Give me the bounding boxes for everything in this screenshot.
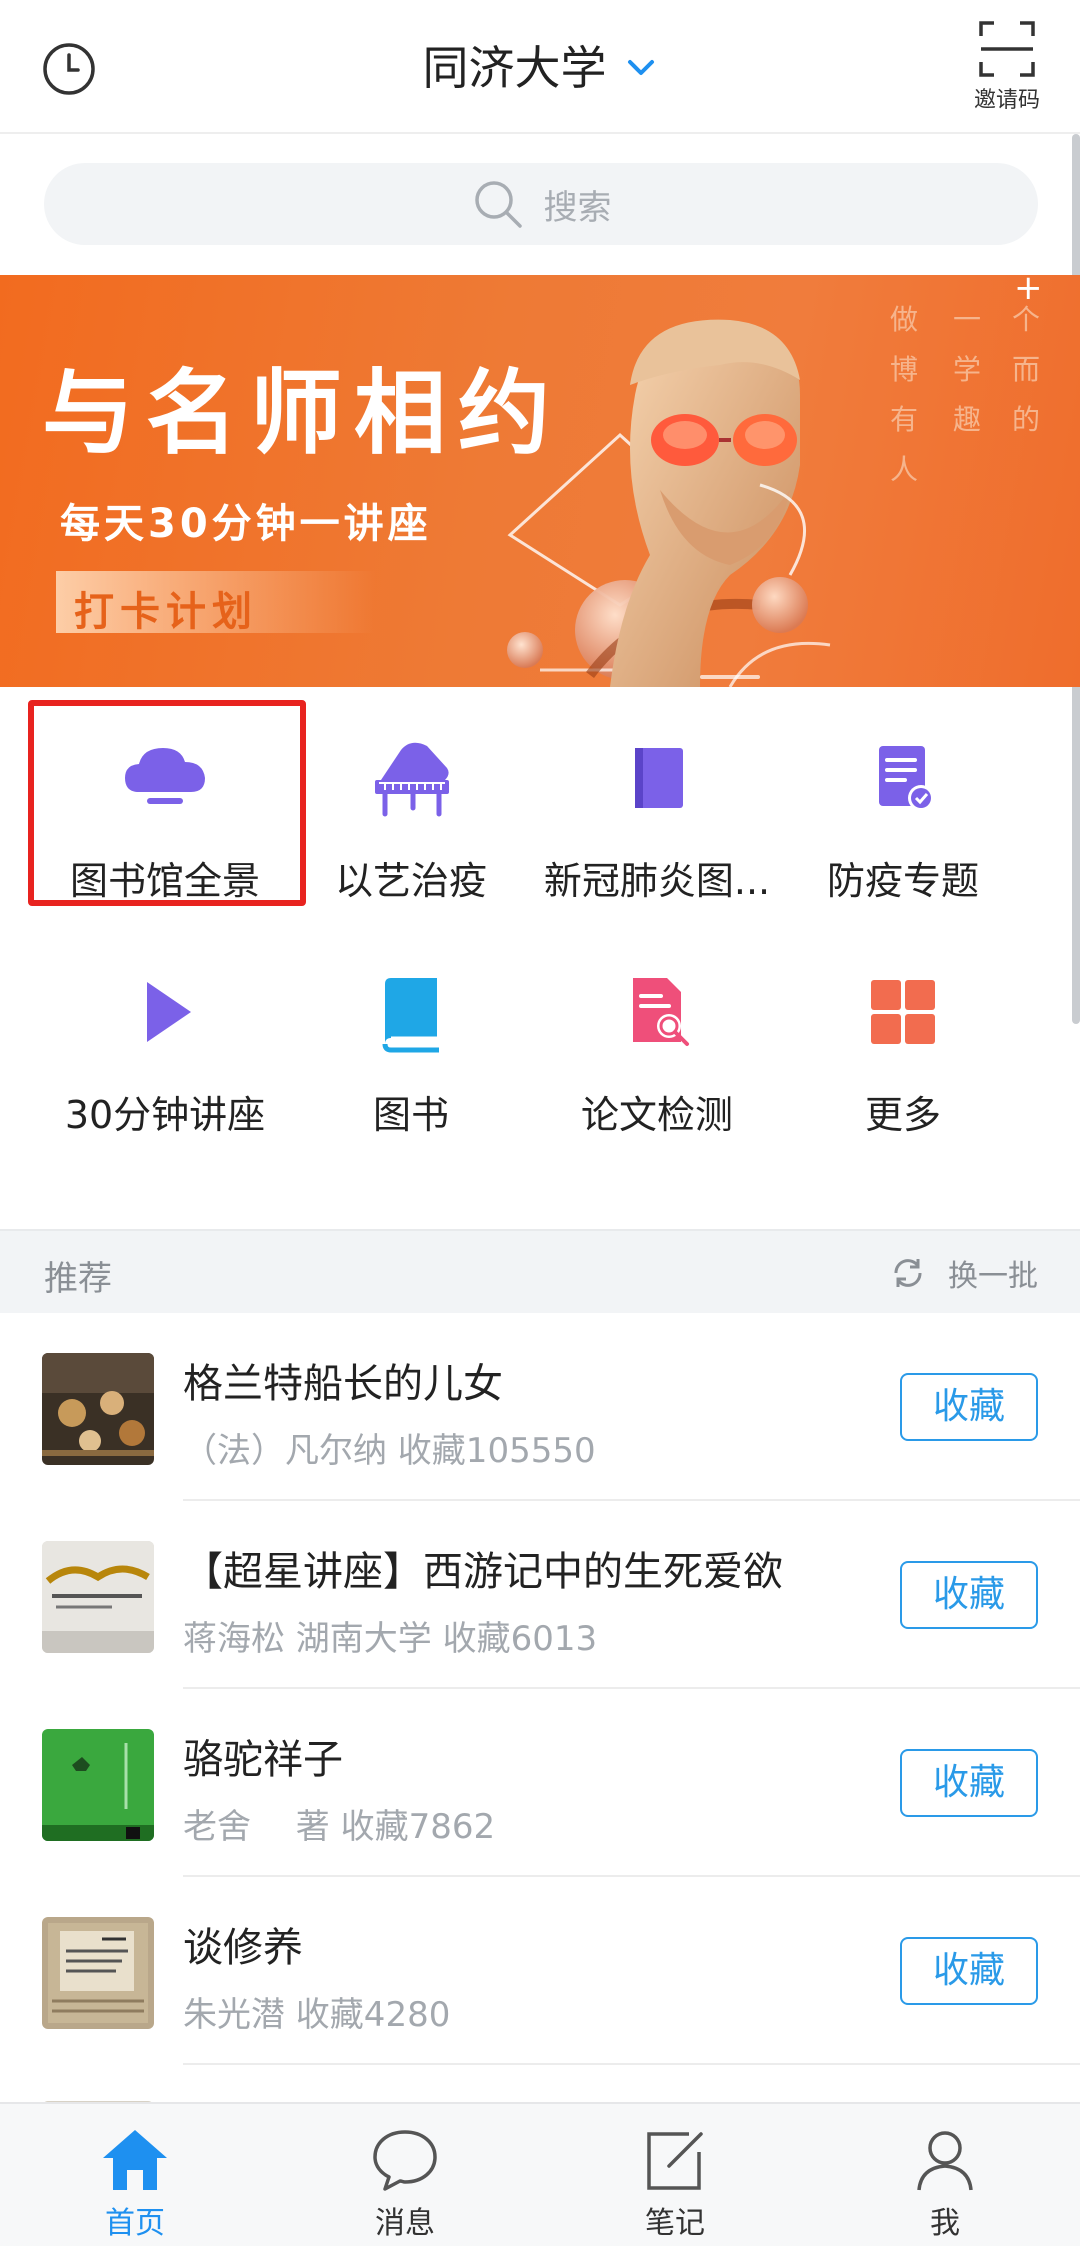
piano-icon xyxy=(375,742,449,817)
school-selector[interactable]: 同济大学 xyxy=(0,38,1080,98)
grid-label: 以艺治疫 xyxy=(334,859,487,903)
sculpture-illustration xyxy=(507,319,831,687)
banner-subtitle: 每天30分钟一讲座 xyxy=(60,501,432,547)
list-item[interactable]: 格兰特船长的儿女 （法）凡尔纳 收藏105550 收藏 xyxy=(0,1313,1080,1501)
home-icon xyxy=(103,2130,167,2190)
item-title: 【超星讲座】西游记中的生死爱欲 xyxy=(183,1549,783,1595)
top-bar: 同济大学 邀请码 xyxy=(0,0,1080,134)
search-bar[interactable]: 搜索 xyxy=(44,163,1038,245)
side-char: 的 xyxy=(1012,403,1041,436)
side-char: 而 xyxy=(1012,353,1041,386)
grid-item-covid-books[interactable]: 新冠肺炎图... xyxy=(534,700,780,910)
favorite-button[interactable]: 收藏 xyxy=(900,1749,1038,1817)
item-subtitle: （法）凡尔纳 收藏105550 xyxy=(183,1431,596,1471)
favorite-button[interactable]: 收藏 xyxy=(900,1937,1038,2005)
search-placeholder: 搜索 xyxy=(543,187,612,228)
side-char: 做 xyxy=(890,303,919,336)
refresh-icon xyxy=(894,1259,922,1287)
side-char: 一 xyxy=(953,303,982,336)
book-icon xyxy=(635,748,683,808)
book-cover xyxy=(42,1353,154,1465)
grid-item-paper-check[interactable]: 论文检测 xyxy=(534,934,780,1144)
promo-banner[interactable]: 与名师相约 每天30分钟一讲座 打卡计划 做 博 有 人 一 学 趣 + 个 而… xyxy=(0,275,1080,687)
side-char: 趣 xyxy=(953,403,982,436)
lecture-cover xyxy=(42,1541,154,1653)
banner-tag: 打卡计划 xyxy=(56,571,376,635)
favorite-button[interactable]: 收藏 xyxy=(900,1373,1038,1441)
document-icon xyxy=(879,746,934,811)
recommend-section-header: 推荐 换一批 xyxy=(0,1229,1080,1313)
grid-label: 更多 xyxy=(864,1093,941,1137)
side-char: 博 xyxy=(890,353,919,386)
grid-label: 新冠肺炎图... xyxy=(543,859,771,903)
grid-item-books[interactable]: 图书 xyxy=(288,934,534,1144)
book-open-icon xyxy=(382,978,439,1053)
carousel-indicator xyxy=(700,675,760,679)
bottom-tab-bar: 首页 消息 笔记 我 xyxy=(0,2102,1080,2246)
section-title: 推荐 xyxy=(44,1259,112,1299)
grid-label: 图书 xyxy=(372,1093,449,1137)
favorite-button[interactable]: 收藏 xyxy=(900,1561,1038,1629)
item-title: 格兰特船长的儿女 xyxy=(183,1361,503,1407)
book-cover xyxy=(42,1917,154,2029)
play-icon xyxy=(147,982,191,1042)
refresh-label: 换一批 xyxy=(948,1259,1038,1294)
side-char: 个 xyxy=(1012,303,1041,336)
item-title: 谈修养 xyxy=(183,1925,303,1971)
edit-note-icon xyxy=(647,2132,703,2190)
grid-item-epidemic-topic[interactable]: 防疫专题 xyxy=(780,700,1026,910)
tab-home[interactable]: 首页 xyxy=(0,2104,270,2246)
list-item[interactable]: 【超星讲座】西游记中的生死爱欲 蒋海松 湖南大学 收藏6013 收藏 xyxy=(0,1501,1080,1689)
tab-label: 消息 xyxy=(375,2206,435,2241)
scan-label: 邀请码 xyxy=(973,88,1040,113)
item-subtitle: 老舍 著 收藏7862 xyxy=(183,1807,496,1847)
item-subtitle: 朱光潜 收藏4280 xyxy=(183,1995,451,2035)
banner-title: 与名师相约 xyxy=(42,360,563,467)
grid-more-icon xyxy=(871,980,935,1044)
list-item-partial[interactable] xyxy=(0,2065,1080,2121)
grid-label: 论文检测 xyxy=(580,1093,733,1137)
list-item[interactable]: 骆驼祥子 老舍 著 收藏7862 收藏 xyxy=(0,1689,1080,1877)
side-char: 有 xyxy=(890,403,919,436)
tab-label: 笔记 xyxy=(645,2206,705,2241)
grid-label: 防疫专题 xyxy=(826,859,979,903)
grid-label: 30分钟讲座 xyxy=(64,1093,266,1137)
grid-item-30min-lecture[interactable]: 30分钟讲座 xyxy=(42,934,288,1144)
book-cover xyxy=(42,1729,154,1841)
tab-notes[interactable]: 笔记 xyxy=(540,2104,810,2246)
highlight-box xyxy=(28,700,306,906)
item-title: 骆驼祥子 xyxy=(183,1737,343,1783)
page-title: 同济大学 xyxy=(422,41,607,95)
list-item[interactable]: 谈修养 朱光潜 收藏4280 收藏 xyxy=(0,1877,1080,2065)
grid-item-art-therapy[interactable]: 以艺治疫 xyxy=(288,700,534,910)
chat-bubble-icon xyxy=(373,2130,437,2191)
scan-icon xyxy=(979,21,1035,77)
paper-check-icon xyxy=(633,978,689,1046)
tab-messages[interactable]: 消息 xyxy=(270,2104,540,2246)
grid-item-more[interactable]: 更多 xyxy=(780,934,1026,1144)
tab-me[interactable]: 我 xyxy=(810,2104,1080,2246)
invite-code-scan-button[interactable]: 邀请码 xyxy=(962,20,1052,118)
side-char: 学 xyxy=(953,353,982,386)
banner-tag-label: 打卡计划 xyxy=(74,589,258,635)
search-icon xyxy=(475,181,523,228)
item-subtitle: 蒋海松 湖南大学 收藏6013 xyxy=(183,1619,598,1659)
side-char: 人 xyxy=(890,453,919,486)
tab-label: 我 xyxy=(930,2206,960,2241)
chevron-down-icon xyxy=(627,60,654,75)
tab-label: 首页 xyxy=(105,2206,165,2241)
refresh-batch-button[interactable]: 换一批 xyxy=(888,1251,1038,1295)
user-icon xyxy=(917,2131,973,2191)
